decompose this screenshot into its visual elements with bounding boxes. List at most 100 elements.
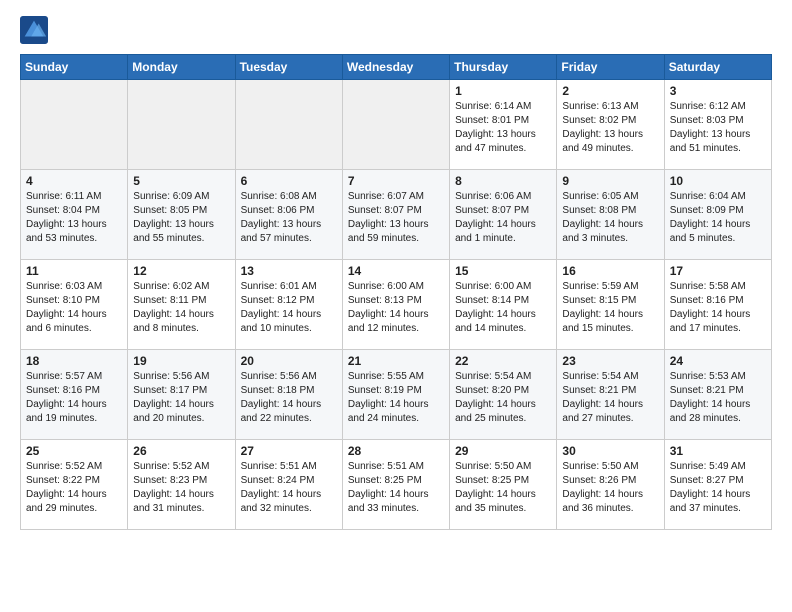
page-header [20, 16, 772, 44]
day-info: Sunrise: 5:56 AM Sunset: 8:17 PM Dayligh… [133, 370, 229, 426]
calendar-cell: 23 Sunrise: 5:54 AM Sunset: 8:21 PM Dayli… [557, 350, 664, 440]
weekday-header-monday: Monday [128, 55, 235, 80]
day-number: 5 [133, 174, 229, 188]
weekday-header-row: SundayMondayTuesdayWednesdayThursdayFrid… [21, 55, 772, 80]
day-info: Sunrise: 6:11 AM Sunset: 8:04 PM Dayligh… [26, 190, 122, 246]
day-number: 17 [670, 264, 766, 278]
day-number: 22 [455, 354, 551, 368]
day-number: 15 [455, 264, 551, 278]
weekday-header-wednesday: Wednesday [342, 55, 449, 80]
day-number: 23 [562, 354, 658, 368]
day-number: 28 [348, 444, 444, 458]
calendar-cell: 18 Sunrise: 5:57 AM Sunset: 8:16 PM Dayli… [21, 350, 128, 440]
day-number: 11 [26, 264, 122, 278]
day-number: 16 [562, 264, 658, 278]
calendar-cell [342, 80, 449, 170]
calendar-cell: 3 Sunrise: 6:12 AM Sunset: 8:03 PM Daylig… [664, 80, 771, 170]
day-info: Sunrise: 6:06 AM Sunset: 8:07 PM Dayligh… [455, 190, 551, 246]
day-info: Sunrise: 6:07 AM Sunset: 8:07 PM Dayligh… [348, 190, 444, 246]
day-number: 13 [241, 264, 337, 278]
day-info: Sunrise: 5:53 AM Sunset: 8:21 PM Dayligh… [670, 370, 766, 426]
calendar-cell: 24 Sunrise: 5:53 AM Sunset: 8:21 PM Dayli… [664, 350, 771, 440]
day-info: Sunrise: 5:58 AM Sunset: 8:16 PM Dayligh… [670, 280, 766, 336]
calendar-cell: 2 Sunrise: 6:13 AM Sunset: 8:02 PM Daylig… [557, 80, 664, 170]
calendar-cell: 7 Sunrise: 6:07 AM Sunset: 8:07 PM Daylig… [342, 170, 449, 260]
day-info: Sunrise: 5:50 AM Sunset: 8:26 PM Dayligh… [562, 460, 658, 516]
day-info: Sunrise: 5:50 AM Sunset: 8:25 PM Dayligh… [455, 460, 551, 516]
day-info: Sunrise: 6:05 AM Sunset: 8:08 PM Dayligh… [562, 190, 658, 246]
day-number: 3 [670, 84, 766, 98]
calendar-cell [21, 80, 128, 170]
calendar-cell: 16 Sunrise: 5:59 AM Sunset: 8:15 PM Dayli… [557, 260, 664, 350]
calendar-table: SundayMondayTuesdayWednesdayThursdayFrid… [20, 54, 772, 530]
day-number: 12 [133, 264, 229, 278]
day-number: 25 [26, 444, 122, 458]
calendar-cell: 12 Sunrise: 6:02 AM Sunset: 8:11 PM Dayli… [128, 260, 235, 350]
day-info: Sunrise: 5:57 AM Sunset: 8:16 PM Dayligh… [26, 370, 122, 426]
day-info: Sunrise: 6:04 AM Sunset: 8:09 PM Dayligh… [670, 190, 766, 246]
calendar-cell: 1 Sunrise: 6:14 AM Sunset: 8:01 PM Daylig… [450, 80, 557, 170]
day-number: 26 [133, 444, 229, 458]
calendar-cell: 22 Sunrise: 5:54 AM Sunset: 8:20 PM Dayli… [450, 350, 557, 440]
calendar-cell: 6 Sunrise: 6:08 AM Sunset: 8:06 PM Daylig… [235, 170, 342, 260]
calendar-cell: 21 Sunrise: 5:55 AM Sunset: 8:19 PM Dayli… [342, 350, 449, 440]
day-info: Sunrise: 6:08 AM Sunset: 8:06 PM Dayligh… [241, 190, 337, 246]
calendar-week-row: 1 Sunrise: 6:14 AM Sunset: 8:01 PM Daylig… [21, 80, 772, 170]
day-info: Sunrise: 5:49 AM Sunset: 8:27 PM Dayligh… [670, 460, 766, 516]
day-number: 6 [241, 174, 337, 188]
day-info: Sunrise: 5:59 AM Sunset: 8:15 PM Dayligh… [562, 280, 658, 336]
calendar-cell [128, 80, 235, 170]
day-number: 19 [133, 354, 229, 368]
day-number: 21 [348, 354, 444, 368]
day-info: Sunrise: 6:02 AM Sunset: 8:11 PM Dayligh… [133, 280, 229, 336]
day-info: Sunrise: 6:12 AM Sunset: 8:03 PM Dayligh… [670, 100, 766, 156]
day-number: 9 [562, 174, 658, 188]
calendar-cell: 14 Sunrise: 6:00 AM Sunset: 8:13 PM Dayli… [342, 260, 449, 350]
calendar-cell: 26 Sunrise: 5:52 AM Sunset: 8:23 PM Dayli… [128, 440, 235, 530]
day-number: 14 [348, 264, 444, 278]
day-number: 20 [241, 354, 337, 368]
calendar-cell: 25 Sunrise: 5:52 AM Sunset: 8:22 PM Dayli… [21, 440, 128, 530]
day-number: 30 [562, 444, 658, 458]
calendar-cell: 27 Sunrise: 5:51 AM Sunset: 8:24 PM Dayli… [235, 440, 342, 530]
day-info: Sunrise: 5:56 AM Sunset: 8:18 PM Dayligh… [241, 370, 337, 426]
day-info: Sunrise: 5:54 AM Sunset: 8:21 PM Dayligh… [562, 370, 658, 426]
day-number: 29 [455, 444, 551, 458]
day-number: 1 [455, 84, 551, 98]
day-info: Sunrise: 5:55 AM Sunset: 8:19 PM Dayligh… [348, 370, 444, 426]
calendar-cell: 11 Sunrise: 6:03 AM Sunset: 8:10 PM Dayli… [21, 260, 128, 350]
calendar-week-row: 4 Sunrise: 6:11 AM Sunset: 8:04 PM Daylig… [21, 170, 772, 260]
calendar-cell: 4 Sunrise: 6:11 AM Sunset: 8:04 PM Daylig… [21, 170, 128, 260]
calendar-week-row: 25 Sunrise: 5:52 AM Sunset: 8:22 PM Dayli… [21, 440, 772, 530]
day-info: Sunrise: 6:13 AM Sunset: 8:02 PM Dayligh… [562, 100, 658, 156]
calendar-week-row: 18 Sunrise: 5:57 AM Sunset: 8:16 PM Dayli… [21, 350, 772, 440]
day-number: 4 [26, 174, 122, 188]
day-info: Sunrise: 6:03 AM Sunset: 8:10 PM Dayligh… [26, 280, 122, 336]
weekday-header-tuesday: Tuesday [235, 55, 342, 80]
day-number: 7 [348, 174, 444, 188]
calendar-cell: 30 Sunrise: 5:50 AM Sunset: 8:26 PM Dayli… [557, 440, 664, 530]
calendar-cell: 31 Sunrise: 5:49 AM Sunset: 8:27 PM Dayli… [664, 440, 771, 530]
day-info: Sunrise: 5:54 AM Sunset: 8:20 PM Dayligh… [455, 370, 551, 426]
calendar-cell: 19 Sunrise: 5:56 AM Sunset: 8:17 PM Dayli… [128, 350, 235, 440]
day-number: 8 [455, 174, 551, 188]
calendar-cell: 28Sunrise: 5:51 AM Sunset: 8:25 PM Dayli… [342, 440, 449, 530]
calendar-cell: 20 Sunrise: 5:56 AM Sunset: 8:18 PM Dayli… [235, 350, 342, 440]
calendar-week-row: 11 Sunrise: 6:03 AM Sunset: 8:10 PM Dayli… [21, 260, 772, 350]
day-number: 24 [670, 354, 766, 368]
calendar-cell: 15Sunrise: 6:00 AM Sunset: 8:14 PM Dayli… [450, 260, 557, 350]
day-info: Sunrise: 5:52 AM Sunset: 8:22 PM Dayligh… [26, 460, 122, 516]
day-number: 2 [562, 84, 658, 98]
weekday-header-sunday: Sunday [21, 55, 128, 80]
weekday-header-thursday: Thursday [450, 55, 557, 80]
day-number: 18 [26, 354, 122, 368]
day-info: Sunrise: 5:51 AM Sunset: 8:24 PM Dayligh… [241, 460, 337, 516]
day-info: Sunrise: 5:52 AM Sunset: 8:23 PM Dayligh… [133, 460, 229, 516]
day-info: Sunrise: 6:09 AM Sunset: 8:05 PM Dayligh… [133, 190, 229, 246]
day-info: Sunrise: 6:00 AM Sunset: 8:13 PM Dayligh… [348, 280, 444, 336]
day-info: Sunrise: 6:14 AM Sunset: 8:01 PM Dayligh… [455, 100, 551, 156]
weekday-header-friday: Friday [557, 55, 664, 80]
day-number: 27 [241, 444, 337, 458]
calendar-cell: 10Sunrise: 6:04 AM Sunset: 8:09 PM Dayli… [664, 170, 771, 260]
day-number: 31 [670, 444, 766, 458]
